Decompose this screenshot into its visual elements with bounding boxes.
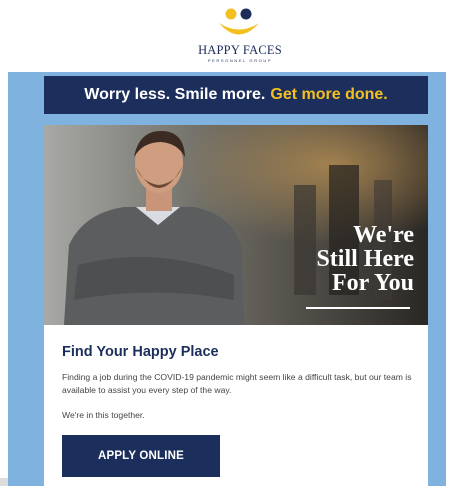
- smiley-logo-icon: [219, 8, 259, 35]
- happy-faces-logo[interactable]: HAPPY FACES PERSONNEL GROUP: [190, 6, 290, 66]
- card-title: Find Your Happy Place: [62, 344, 219, 360]
- hero-headline: We're Still Here For You: [316, 223, 414, 295]
- logo-wordmark: HAPPY FACES: [198, 43, 282, 57]
- card-body-text: Finding a job during the COVID-19 pandem…: [62, 372, 412, 395]
- corner-artifact: [0, 478, 8, 486]
- logo-tagline: PERSONNEL GROUP: [207, 58, 273, 63]
- content-card: Find Your Happy Place Finding a job duri…: [44, 325, 428, 486]
- hero-line: We're: [353, 222, 414, 248]
- hero-line: For You: [331, 270, 414, 296]
- email-header: HAPPY FACES PERSONNEL GROUP: [0, 0, 454, 70]
- hero-image: We're Still Here For You: [44, 125, 428, 325]
- hero-line: Still Here: [316, 246, 414, 272]
- hero-underline: [306, 307, 410, 309]
- banner-text: Worry less. Smile more.: [84, 86, 266, 103]
- apply-online-button[interactable]: APPLY ONLINE: [62, 435, 220, 477]
- banner-accent-text: Get more done.: [270, 86, 388, 103]
- tagline-banner: Worry less. Smile more. Get more done.: [44, 76, 428, 114]
- card-note: We're in this together.: [62, 410, 145, 420]
